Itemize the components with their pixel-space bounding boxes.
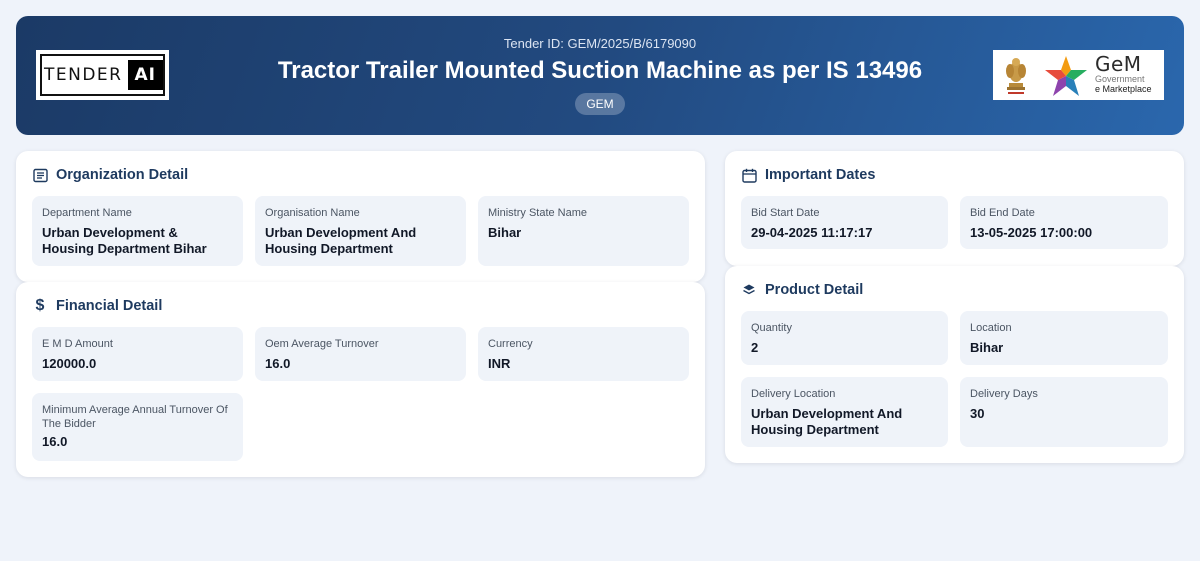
field-label: Currency [488, 338, 533, 350]
field-value: INR [488, 356, 511, 371]
financial-detail-card: $ Financial Detail E M D Amount 120000.0… [16, 282, 705, 477]
field-label: Bid End Date [970, 207, 1035, 219]
document-list-icon [32, 167, 48, 183]
organisation-name-field: Organisation Name Urban Development And … [255, 196, 466, 266]
gem-logo: GeM Government e Marketplace [993, 50, 1164, 100]
field-value: 16.0 [42, 434, 68, 449]
field-label: Bid Start Date [751, 207, 820, 219]
product-detail-card: Product Detail Quantity 2 Location Bihar… [725, 266, 1184, 463]
field-value: 16.0 [265, 356, 291, 371]
field-value: Bihar [970, 340, 1004, 355]
field-label: E M D Amount [42, 338, 113, 350]
bid-start-date-field: Bid Start Date 29-04-2025 11:17:17 [741, 196, 948, 249]
field-value: 13-05-2025 17:00:00 [970, 225, 1093, 240]
organization-detail-title: Organization Detail [56, 167, 189, 183]
financial-detail-title: Financial Detail [56, 298, 163, 314]
important-dates-title: Important Dates [765, 167, 876, 183]
minimum-average-turnover-field: Minimum Average Annual Turnover Of The B… [32, 393, 243, 461]
emd-amount-field: E M D Amount 120000.0 [32, 327, 243, 381]
delivery-days-field: Delivery Days 30 [960, 377, 1168, 447]
field-value: Urban Development And Housing Department [751, 406, 903, 437]
gem-brand-text: GeM [1095, 52, 1142, 76]
national-emblem-icon [1006, 58, 1026, 94]
field-label: Ministry State Name [488, 207, 588, 219]
quantity-field: Quantity 2 [741, 311, 948, 365]
delivery-location-field: Delivery Location Urban Development And … [741, 377, 948, 447]
field-label: Minimum Average Annual Turnover Of The B… [42, 404, 228, 430]
field-label: Department Name [42, 207, 132, 219]
oem-average-turnover-field: Oem Average Turnover 16.0 [255, 327, 466, 381]
organization-detail-card: Organization Detail Department Name Urba… [16, 151, 705, 282]
gem-line1: Government [1095, 74, 1145, 84]
field-label: Delivery Location [751, 388, 836, 400]
layers-icon [741, 282, 757, 298]
important-dates-card: Important Dates Bid Start Date 29-04-202… [725, 151, 1184, 266]
field-label: Location [970, 322, 1012, 334]
field-label: Quantity [751, 322, 792, 334]
field-value: 29-04-2025 11:17:17 [751, 225, 873, 240]
gem-line2: e Marketplace [1095, 84, 1152, 94]
field-value: 2 [751, 340, 759, 355]
source-badge: GEM [575, 93, 625, 115]
gem-star-icon [1045, 56, 1087, 96]
field-label: Organisation Name [265, 207, 360, 219]
field-value: Urban Development And Housing Department [265, 225, 417, 256]
tender-header: TENDER AI Tender ID: GEM/2025/B/6179090 … [16, 16, 1184, 135]
ministry-state-name-field: Ministry State Name Bihar [478, 196, 689, 266]
field-value: 120000.0 [42, 356, 97, 371]
currency-field: Currency INR [478, 327, 689, 381]
location-field: Location Bihar [960, 311, 1168, 365]
bid-end-date-field: Bid End Date 13-05-2025 17:00:00 [960, 196, 1168, 249]
dollar-icon: $ [35, 297, 45, 314]
calendar-icon [741, 167, 757, 183]
field-value: 30 [970, 406, 985, 421]
field-label: Oem Average Turnover [265, 338, 379, 350]
field-value: Urban Development & Housing Department B… [42, 225, 207, 256]
tender-id: Tender ID: GEM/2025/B/6179090 [503, 36, 697, 51]
product-detail-title: Product Detail [765, 282, 864, 298]
department-name-field: Department Name Urban Development & Hous… [32, 196, 243, 266]
field-value: Bihar [488, 225, 522, 240]
field-label: Delivery Days [970, 388, 1038, 400]
